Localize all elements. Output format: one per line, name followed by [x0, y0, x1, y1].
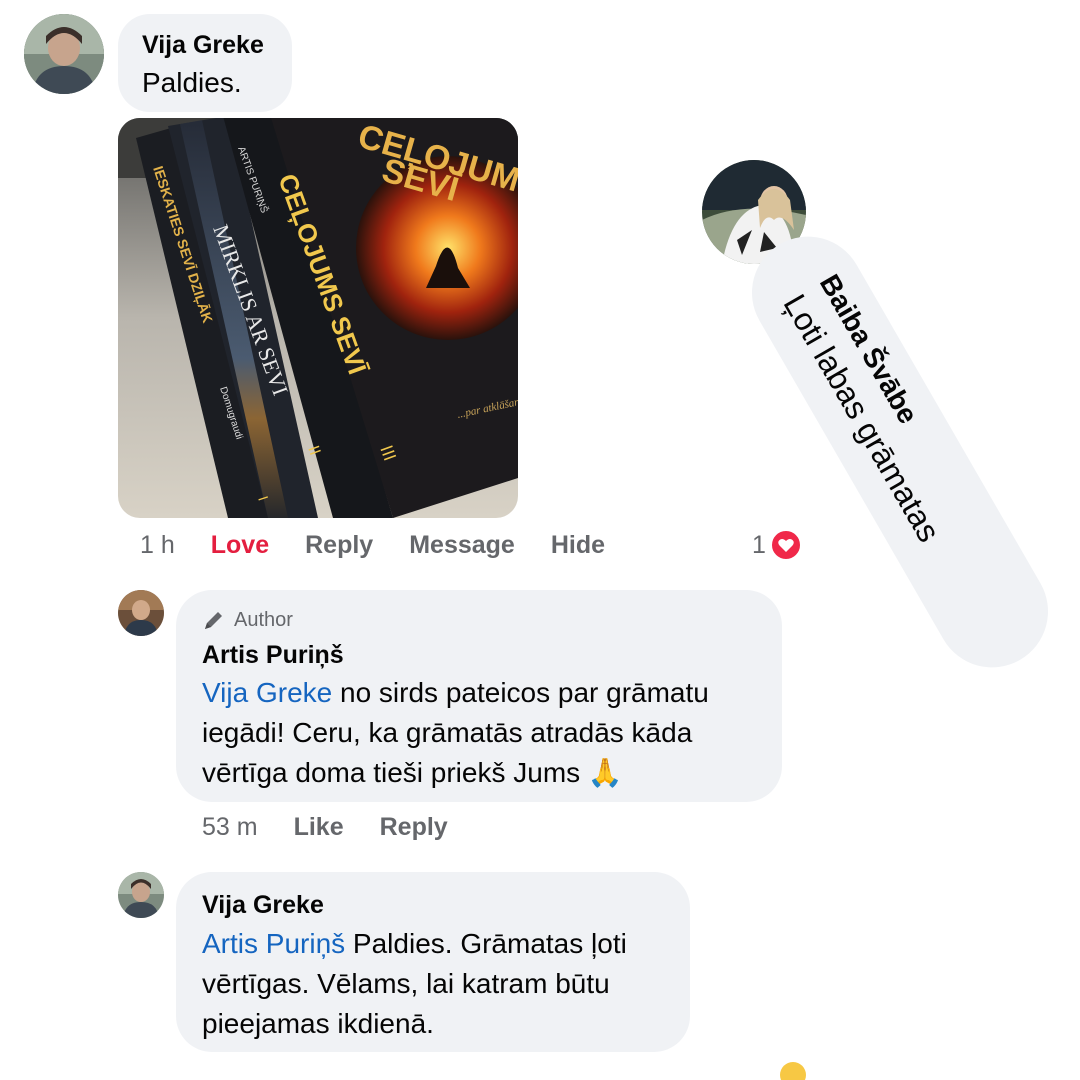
partial-emoji-icon	[780, 1062, 806, 1080]
reaction-count: 1	[752, 530, 766, 559]
rotated-comment-bubble: Baiba Švābe Ļoti labas grāmatas	[731, 216, 1069, 688]
reply-button[interactable]: Reply	[380, 813, 448, 841]
mention-link[interactable]: Artis Puriņš	[202, 928, 345, 959]
reply-text: Artis Puriņš Paldies. Grāmatas ļoti vērt…	[202, 928, 627, 1039]
reply-bubble: Vija Greke Artis Puriņš Paldies. Grāmata…	[176, 872, 690, 1052]
hide-button[interactable]: Hide	[551, 531, 605, 559]
avatar-portrait-icon	[24, 14, 104, 94]
mention-link[interactable]: Vija Greke	[202, 677, 332, 708]
book-photo-image: CEĻOJUMS SEVĪ ...par atklāšanās ceļu CEĻ…	[118, 118, 518, 518]
reply-bubble: Author Artis Puriņš Vija Greke no sirds …	[176, 590, 782, 802]
comment-timestamp[interactable]: 1 h	[140, 531, 175, 559]
author-badge: Author	[202, 608, 293, 632]
reply-button[interactable]: Reply	[305, 531, 373, 559]
message-button[interactable]: Message	[409, 531, 515, 559]
photo-attachment[interactable]: CEĻOJUMS SEVĪ ...par atklāšanās ceļu CEĻ…	[118, 118, 518, 518]
comment-text: Paldies.	[142, 67, 242, 98]
avatar-portrait-icon	[118, 872, 164, 918]
pencil-icon	[202, 608, 226, 632]
avatar-artis-purins[interactable]	[118, 590, 164, 636]
love-reaction-button[interactable]: Love	[211, 531, 269, 559]
author-badge-label: Author	[234, 608, 293, 631]
comment-author[interactable]: Baiba Švābe	[811, 268, 1056, 657]
reply-author[interactable]: Vija Greke	[202, 890, 324, 920]
reaction-summary[interactable]: 1	[752, 529, 802, 561]
reply-timestamp[interactable]: 53 m	[202, 813, 258, 841]
comment-meta-row: 1 h Love Reply Message Hide	[140, 531, 641, 560]
avatar-portrait-icon	[118, 590, 164, 636]
avatar-vija-greke-small[interactable]	[118, 872, 164, 918]
praying-hands-emoji: 🙏	[587, 757, 623, 788]
reply-meta-row: 53 m Like Reply	[202, 813, 484, 842]
heart-icon	[769, 529, 802, 561]
comment-text: Ļoti labas grāmatas	[776, 288, 948, 549]
comment-author[interactable]: Vija Greke	[142, 30, 292, 60]
avatar-vija-greke[interactable]	[24, 14, 104, 94]
comment-bubble: Vija Greke Paldies.	[118, 14, 292, 112]
reply-author[interactable]: Artis Puriņš	[202, 640, 344, 670]
reply-text: Vija Greke no sirds pateicos par grāmatu…	[202, 677, 709, 788]
like-button[interactable]: Like	[294, 813, 344, 841]
